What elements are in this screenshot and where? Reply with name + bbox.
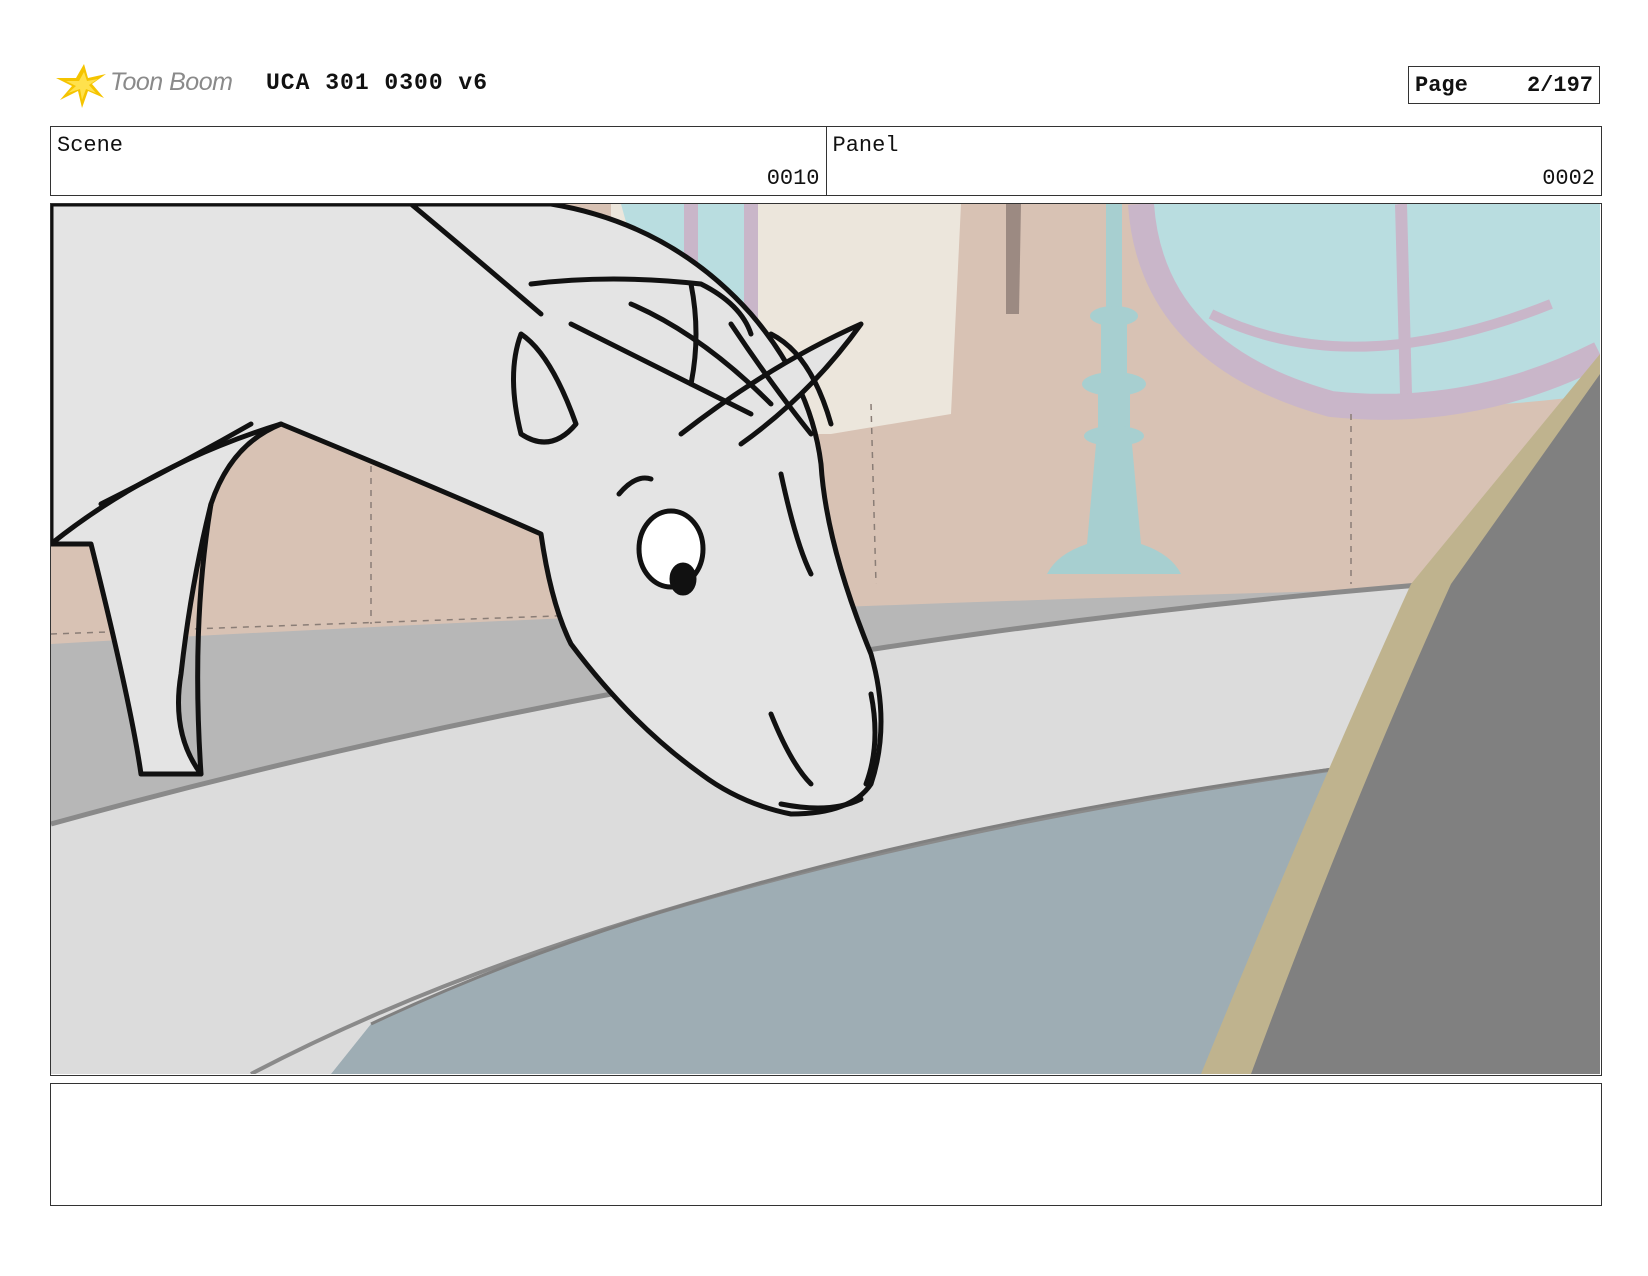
storyboard-drawing (51, 204, 1600, 1074)
panel-label: Panel (832, 133, 899, 158)
page-label: Page (1415, 72, 1468, 98)
toon-boom-star-icon (56, 64, 106, 108)
scene-panel-row: Scene 0010 Panel 0002 (50, 126, 1602, 196)
toon-boom-logo: Toon Boom (54, 60, 254, 110)
storyboard-frame (50, 203, 1602, 1076)
scene-cell: Scene 0010 (51, 127, 826, 195)
document-title: UCA 301 0300 v6 (266, 70, 489, 96)
panel-value: 0002 (1542, 166, 1595, 191)
page-header: Toon Boom UCA 301 0300 v6 Page 2/197 (50, 58, 1600, 110)
scene-value: 0010 (766, 166, 820, 191)
window-mullion (1395, 204, 1412, 395)
scene-label: Scene (57, 133, 124, 158)
notes-box (50, 1083, 1602, 1206)
panel-cell: Panel 0002 (825, 127, 1602, 195)
page-value: 2/197 (1526, 72, 1593, 98)
page-counter: Page 2/197 (1408, 66, 1600, 104)
wall-edge-shadow (1006, 204, 1021, 314)
logo-text: Toon Boom (110, 68, 233, 96)
